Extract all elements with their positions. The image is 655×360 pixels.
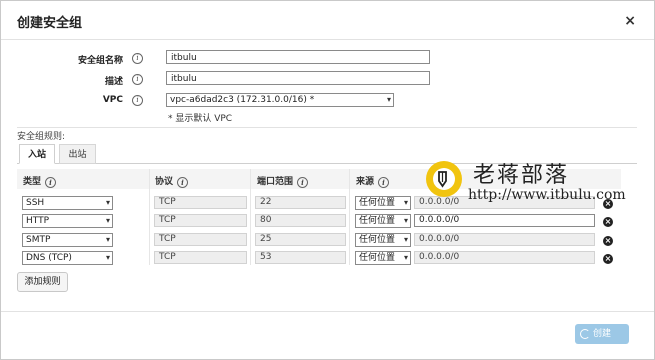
info-icon[interactable]: i bbox=[177, 177, 189, 188]
create-security-group-dialog: 创建安全组 × 安全组名称 i itbulu 描述 i itbulu VPC i… bbox=[0, 0, 655, 360]
tab-inbound[interactable]: 入站 bbox=[19, 144, 55, 164]
rule-type-value: SMTP bbox=[26, 235, 51, 245]
column-divider bbox=[349, 169, 350, 265]
add-rule-button[interactable]: 添加规则 bbox=[17, 272, 68, 292]
rule-port-range: 53 bbox=[255, 251, 346, 264]
rule-cidr: 0.0.0.0/0 bbox=[414, 251, 595, 264]
chevron-down-icon: ▾ bbox=[105, 216, 110, 225]
rule-source-select[interactable]: 任何位置 ▾ bbox=[355, 251, 411, 265]
rule-cidr: 0.0.0.0/0 bbox=[414, 233, 595, 246]
rule-port-range: 25 bbox=[255, 233, 346, 246]
info-icon[interactable]: i bbox=[378, 177, 390, 188]
dialog-header: 创建安全组 × bbox=[1, 1, 654, 40]
description-field[interactable]: itbulu bbox=[166, 71, 430, 85]
rule-type-value: SSH bbox=[26, 198, 45, 208]
column-header-type: 类型 i bbox=[23, 174, 57, 188]
pencil-icon bbox=[438, 171, 447, 188]
info-icon[interactable]: i bbox=[132, 53, 143, 64]
remove-rule-icon[interactable]: × bbox=[603, 236, 613, 246]
rule-source-value: 任何位置 bbox=[359, 235, 396, 245]
chevron-down-icon: ▾ bbox=[386, 95, 391, 104]
vpc-label: VPC bbox=[102, 95, 123, 105]
name-label: 安全组名称 bbox=[77, 56, 123, 66]
chevron-down-icon: ▾ bbox=[403, 216, 408, 225]
rule-source-select[interactable]: 任何位置 ▾ bbox=[355, 214, 411, 228]
column-header-source: 来源 i bbox=[356, 174, 390, 188]
watermark-title: 老蒋部落 bbox=[473, 163, 570, 188]
rule-source-value: 任何位置 bbox=[359, 198, 396, 208]
vpc-note: * 显示默认 VPC bbox=[168, 114, 233, 124]
chevron-down-icon: ▾ bbox=[403, 235, 408, 244]
column-header-protocol: 协议 i bbox=[155, 174, 189, 188]
rule-protocol: TCP bbox=[154, 251, 247, 264]
info-icon[interactable]: i bbox=[297, 177, 309, 188]
chevron-down-icon: ▾ bbox=[105, 198, 110, 207]
remove-rule-icon[interactable]: × bbox=[603, 254, 613, 264]
column-header-port-range: 端口范围 i bbox=[257, 174, 309, 188]
column-divider bbox=[149, 169, 150, 265]
rule-type-select[interactable]: HTTP ▾ bbox=[22, 214, 113, 228]
watermark-logo-icon bbox=[426, 161, 462, 197]
rule-source-value: 任何位置 bbox=[359, 216, 396, 226]
rule-cidr-field[interactable]: 0.0.0.0/0 bbox=[414, 214, 595, 227]
rule-protocol: TCP bbox=[154, 233, 247, 246]
chevron-down-icon: ▾ bbox=[105, 253, 110, 262]
rule-source-select[interactable]: 任何位置 ▾ bbox=[355, 196, 411, 210]
rule-type-select[interactable]: DNS (TCP) ▾ bbox=[22, 251, 113, 265]
rule-source-value: 任何位置 bbox=[359, 253, 396, 263]
vpc-select[interactable]: vpc-a6dad2c3 (172.31.0.0/16) * ▾ bbox=[166, 93, 394, 107]
chevron-down-icon: ▾ bbox=[403, 198, 408, 207]
column-header-label: 协议 bbox=[155, 177, 174, 187]
rule-type-value: DNS (TCP) bbox=[26, 253, 72, 263]
tab-outbound[interactable]: 出站 bbox=[59, 144, 96, 164]
group-name-field[interactable]: itbulu bbox=[166, 50, 430, 64]
rule-port-range: 80 bbox=[255, 214, 346, 227]
rule-type-select[interactable]: SMTP ▾ bbox=[22, 233, 113, 247]
chevron-down-icon: ▾ bbox=[403, 253, 408, 262]
info-icon[interactable]: i bbox=[132, 95, 143, 106]
vpc-select-value: vpc-a6dad2c3 (172.31.0.0/16) * bbox=[170, 95, 315, 105]
watermark-url: http://www.itbulu.com bbox=[468, 187, 626, 203]
divider bbox=[1, 311, 654, 312]
watermark-logo-inner bbox=[433, 168, 455, 190]
description-label: 描述 bbox=[104, 77, 123, 87]
rules-title: 安全组规则: bbox=[17, 132, 66, 142]
create-button-label: 创建 bbox=[593, 329, 612, 339]
info-icon[interactable]: i bbox=[45, 177, 57, 188]
rule-type-value: HTTP bbox=[26, 216, 50, 226]
column-header-label: 来源 bbox=[356, 177, 375, 187]
chevron-down-icon: ▾ bbox=[105, 235, 110, 244]
rule-type-select[interactable]: SSH ▾ bbox=[22, 196, 113, 210]
remove-rule-icon[interactable]: × bbox=[603, 217, 613, 227]
column-divider bbox=[250, 169, 251, 265]
close-icon[interactable]: × bbox=[624, 13, 636, 29]
dialog-title: 创建安全组 bbox=[17, 16, 83, 31]
rule-source-select[interactable]: 任何位置 ▾ bbox=[355, 233, 411, 247]
column-header-label: 端口范围 bbox=[257, 177, 294, 187]
spinner-icon bbox=[580, 329, 590, 339]
create-button[interactable]: 创建 bbox=[575, 324, 629, 344]
info-icon[interactable]: i bbox=[132, 74, 143, 85]
rule-protocol: TCP bbox=[154, 196, 247, 209]
divider bbox=[17, 127, 637, 128]
column-header-label: 类型 bbox=[23, 177, 42, 187]
rule-port-range: 22 bbox=[255, 196, 346, 209]
rule-protocol: TCP bbox=[154, 214, 247, 227]
